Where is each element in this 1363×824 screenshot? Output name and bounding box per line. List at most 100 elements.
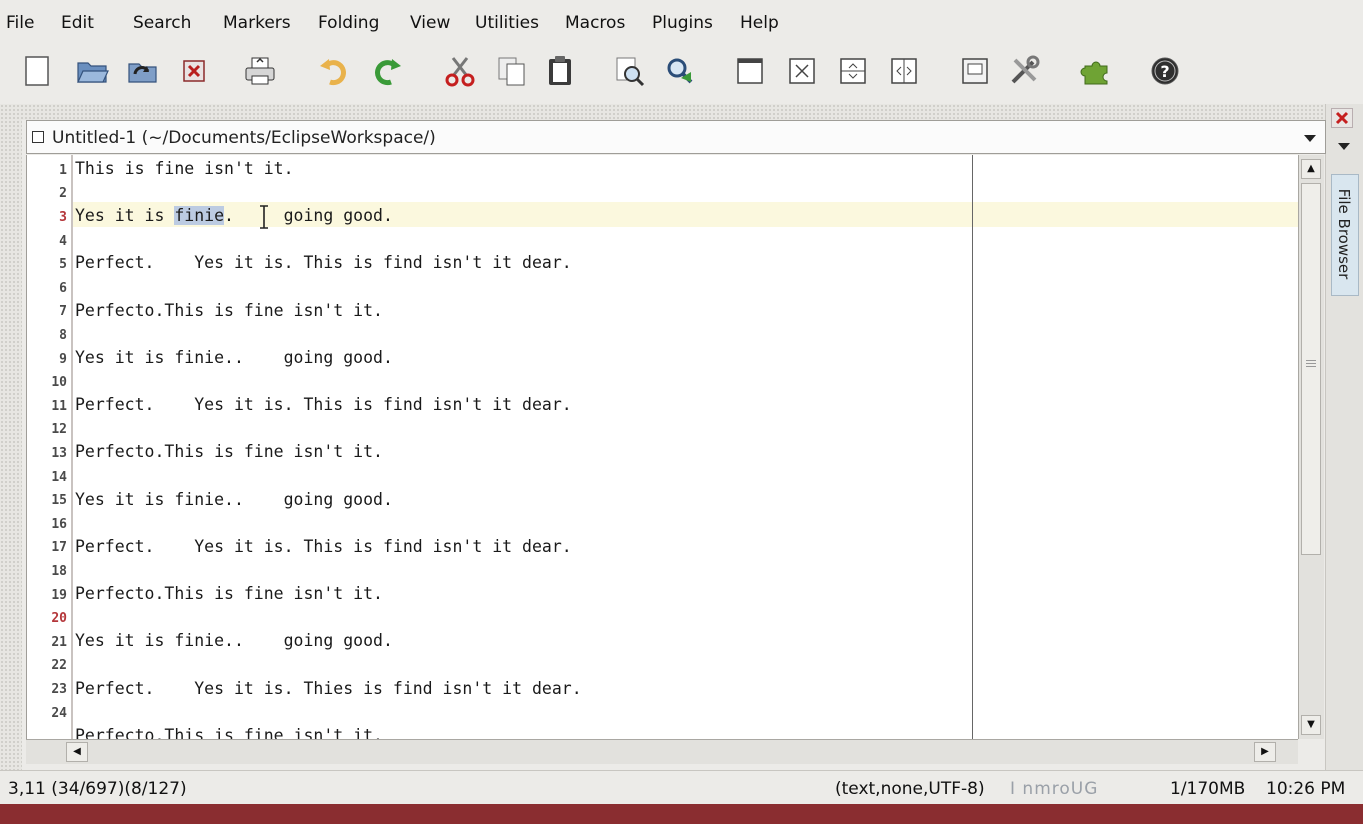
- open-file-button[interactable]: [72, 52, 112, 90]
- menu-markers[interactable]: Markers: [223, 12, 291, 34]
- close-icon: [1335, 111, 1349, 125]
- status-bar: [0, 770, 1363, 805]
- gutter[interactable]: 1 2 3 4 5 6 7 8 9 10 11 12 13 14 15 16 1…: [27, 155, 73, 739]
- menu-file[interactable]: File: [6, 12, 34, 34]
- split-vertical-button[interactable]: [884, 52, 924, 90]
- buffer-dropdown-button[interactable]: [1301, 129, 1319, 147]
- file-browser-label: File Browser: [1335, 188, 1353, 280]
- left-dock-strip[interactable]: [0, 120, 22, 770]
- line-number: 21: [51, 635, 67, 650]
- help-icon: ?: [1151, 57, 1179, 85]
- scroll-down-button[interactable]: ▼: [1301, 715, 1321, 735]
- paste-button[interactable]: [540, 52, 580, 90]
- line-number: 13: [51, 446, 67, 461]
- clock-status: 10:26 PM: [1266, 779, 1346, 799]
- scroll-thumb[interactable]: [1301, 183, 1321, 555]
- dock-menu-button[interactable]: [1334, 136, 1354, 156]
- scroll-up-button[interactable]: ▲: [1301, 159, 1321, 179]
- buffer-flags-status[interactable]: I nmroUG: [1010, 778, 1098, 800]
- puzzle-icon: [1080, 61, 1108, 85]
- split-vertical-icon: [891, 58, 917, 84]
- line-number: 22: [51, 658, 67, 673]
- reopen-file-button[interactable]: [122, 52, 162, 90]
- horizontal-scrollbar[interactable]: ◀ ▶: [26, 739, 1298, 764]
- find-next-icon: [667, 58, 693, 84]
- text-line: Yes it is finie.. going good.: [75, 631, 393, 650]
- top-dock-strip[interactable]: [0, 104, 1325, 120]
- buffer-options-button[interactable]: [955, 52, 995, 90]
- buffer-options-icon: [962, 58, 988, 84]
- menu-plugins[interactable]: Plugins: [652, 12, 713, 34]
- menu-search[interactable]: Search: [133, 12, 191, 34]
- text-line: Perfect. Yes it is. This is find isn't i…: [75, 537, 572, 556]
- undo-button[interactable]: [313, 52, 353, 90]
- menu-edit[interactable]: Edit: [61, 12, 94, 34]
- scissors-icon: [445, 57, 475, 87]
- text-line: Perfect. Yes it is. This is find isn't i…: [75, 253, 572, 272]
- memory-status[interactable]: 1/170MB: [1170, 778, 1245, 800]
- line-number: 8: [59, 328, 67, 343]
- toolbar: ?: [0, 44, 1363, 104]
- menu-macros[interactable]: Macros: [565, 12, 625, 34]
- text-line: Perfecto.This is fine isn't it.: [75, 584, 383, 603]
- plugin-manager-button[interactable]: [1076, 52, 1116, 90]
- buffer-title: Untitled-1 (~/Documents/EclipseWorkspace…: [52, 128, 436, 148]
- line-number: 10: [51, 375, 67, 390]
- new-file-icon: [25, 56, 49, 86]
- line-number-current: 3: [59, 210, 67, 225]
- caret-position-status[interactable]: 3,11 (34/697)(8/127): [8, 778, 187, 800]
- line-number: 24: [51, 706, 67, 721]
- triangle-down-icon: [1304, 135, 1316, 142]
- text-area[interactable]: 1 2 3 4 5 6 7 8 9 10 11 12 13 14 15 16 1…: [26, 155, 1299, 739]
- text-line: This is fine isn't it.: [75, 159, 294, 178]
- redo-button[interactable]: [368, 52, 408, 90]
- folder-open-icon: [77, 62, 109, 83]
- reload-folder-icon: [128, 63, 157, 83]
- line-number: 9: [59, 352, 67, 367]
- line-number: 20: [51, 611, 67, 626]
- undo-icon: [320, 59, 346, 86]
- line-number: 7: [59, 304, 67, 319]
- find-button[interactable]: [610, 52, 650, 90]
- unsplit-icon: [789, 58, 815, 84]
- cut-button[interactable]: [440, 52, 480, 90]
- close-file-button[interactable]: [174, 52, 214, 90]
- menu-view[interactable]: View: [410, 12, 450, 34]
- scroll-right-button[interactable]: ▶: [1254, 742, 1276, 762]
- selected-text: finie: [174, 206, 225, 225]
- text-line: Perfecto.This is fine isn't it.: [75, 726, 383, 739]
- text-line-current: Yes it is finie. going good.: [75, 206, 393, 226]
- text-line: Perfecto.This is fine isn't it.: [75, 442, 383, 461]
- split-horizontal-button[interactable]: [833, 52, 873, 90]
- desktop-panel-edge: [0, 804, 1363, 824]
- tools-icon: [1011, 55, 1040, 84]
- mode-encoding-status[interactable]: (text,none,UTF-8): [835, 778, 985, 800]
- copy-button[interactable]: [492, 52, 532, 90]
- line-number: 19: [51, 588, 67, 603]
- line-number: 23: [51, 682, 67, 697]
- menu-bar: File Edit Search Markers Folding View Ut…: [0, 0, 1363, 44]
- line-number: 14: [51, 470, 67, 485]
- scroll-left-button[interactable]: ◀: [66, 742, 88, 762]
- menu-help[interactable]: Help: [740, 12, 779, 34]
- line-number: 17: [51, 540, 67, 555]
- split-horizontal-icon: [840, 58, 866, 84]
- find-next-button[interactable]: [660, 52, 700, 90]
- menu-folding[interactable]: Folding: [318, 12, 379, 34]
- print-button[interactable]: [240, 52, 280, 90]
- unsplit-button[interactable]: [782, 52, 822, 90]
- menu-utilities[interactable]: Utilities: [475, 12, 539, 34]
- help-button[interactable]: ?: [1145, 52, 1185, 90]
- text-line: Perfect. Yes it is. This is find isn't i…: [75, 395, 572, 414]
- text-line: Perfect. Yes it is. Thies is find isn't …: [75, 679, 582, 698]
- line-number: 2: [59, 186, 67, 201]
- new-view-button[interactable]: [730, 52, 770, 90]
- buffer-status-icon: [32, 131, 44, 143]
- close-file-icon: [183, 60, 205, 82]
- vertical-scrollbar[interactable]: ▲ ▼: [1298, 155, 1324, 739]
- global-options-button[interactable]: [1004, 52, 1044, 90]
- find-icon: [616, 57, 645, 87]
- dock-close-button[interactable]: [1331, 108, 1353, 128]
- text-segment: . going good.: [224, 206, 393, 225]
- new-file-button[interactable]: [18, 52, 58, 90]
